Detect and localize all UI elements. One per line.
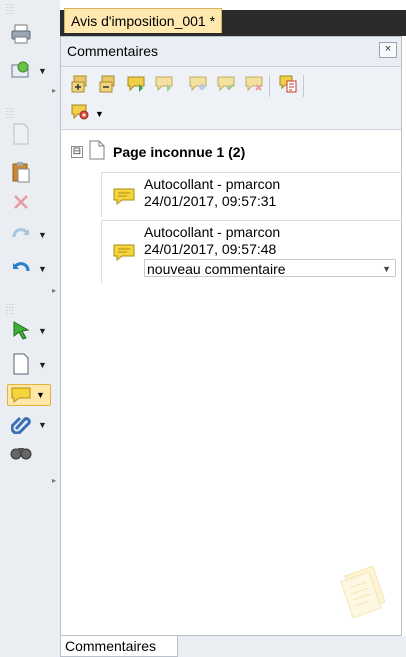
panel-close-button[interactable]: × (379, 42, 397, 58)
sticky-note-icon (112, 243, 136, 268)
summarize-comments-button[interactable] (277, 75, 299, 97)
chevron-down-icon[interactable]: ▼ (382, 260, 391, 278)
comment-summary-icon (278, 74, 298, 99)
redo-icon (10, 225, 32, 243)
attach-icon (11, 414, 31, 434)
comments-panel: Commentaires × ▼ ⊟ Page inconnue 1 (2) A… (60, 36, 402, 636)
toolbar-separator (303, 75, 304, 97)
page-icon (89, 140, 105, 165)
comment-settings-button[interactable] (69, 103, 91, 125)
delete-icon (12, 193, 30, 211)
toolbar-overflow[interactable]: ▸ (52, 476, 56, 485)
sticky-note-icon (112, 187, 136, 212)
paste-button[interactable] (8, 160, 34, 184)
print-button[interactable] (8, 22, 34, 46)
tab-comments[interactable]: Commentaires (60, 636, 178, 657)
delete-button[interactable] (8, 190, 34, 214)
comment-reply-field[interactable]: nouveau commentaire ▼ (144, 259, 396, 277)
next-comment-button[interactable] (125, 75, 147, 97)
check-comment-button[interactable] (215, 75, 237, 97)
redo-button[interactable] (8, 222, 34, 246)
redo-dropdown-arrow[interactable]: ▼ (38, 230, 48, 240)
comment-arrow-down-icon (126, 74, 146, 99)
comments-toolbar: ▼ (61, 67, 401, 130)
comment-arrow-up-icon (154, 74, 174, 99)
search-binoculars-icon (10, 443, 32, 461)
reply-comment-button[interactable] (187, 75, 209, 97)
document-tab[interactable]: Avis d'imposition_001 * (64, 8, 223, 33)
comment-note-icon (10, 386, 32, 404)
page-icon (11, 123, 31, 145)
collapse-all-icon (98, 74, 118, 99)
panel-header: Commentaires × (61, 37, 401, 67)
comments-watermark-icon (335, 562, 391, 625)
close-icon: × (384, 43, 392, 55)
panel-title: Commentaires (67, 43, 159, 59)
expand-all-button[interactable] (69, 75, 91, 97)
comment-item[interactable]: Autocollant - pmarcon 24/01/2017, 09:57:… (101, 172, 402, 217)
toolbar-grip[interactable]: :::::: (6, 107, 15, 120)
document-tab-strip: Avis d'imposition_001 * (60, 0, 406, 36)
comment-item[interactable]: Autocollant - pmarcon 24/01/2017, 09:57:… (101, 220, 402, 283)
toolbar-overflow[interactable]: ▸ (52, 86, 56, 95)
undo-dropdown-arrow[interactable]: ▼ (38, 264, 48, 274)
new-page-button[interactable] (8, 352, 34, 376)
toolbar-grip[interactable]: :::::: (6, 3, 15, 16)
toolbar-grip[interactable]: :::::: (6, 303, 15, 316)
comment-text: Autocollant - pmarcon 24/01/2017, 09:57:… (144, 176, 280, 210)
bottom-tab-strip (178, 636, 406, 657)
comment-delete-icon (244, 74, 264, 99)
new-page-dropdown-arrow[interactable]: ▼ (38, 360, 48, 370)
comment-date: 24/01/2017, 09:57:48 (144, 241, 277, 257)
undo-icon (10, 259, 32, 277)
attach-dropdown-arrow[interactable]: ▼ (38, 420, 48, 430)
collapse-all-button[interactable] (97, 75, 119, 97)
comment-tool-button[interactable]: ▼ (7, 384, 51, 406)
comment-check-icon (216, 74, 236, 99)
attach-button[interactable] (8, 412, 34, 436)
comment-dropdown-arrow[interactable]: ▼ (36, 390, 45, 400)
left-toolbar: :::::: ▼ ▸ :::::: ▼ ▼ ▸:::::: ▼ ▼ ▼ ▼ … (0, 0, 61, 657)
previous-comment-button[interactable] (153, 75, 175, 97)
page-label: Page inconnue 1 (2) (113, 144, 246, 160)
comment-date: 24/01/2017, 09:57:31 (144, 193, 277, 209)
comment-author: Autocollant - pmarcon (144, 176, 281, 192)
undo-button[interactable] (8, 256, 34, 280)
comment-reply-text: nouveau commentaire (147, 261, 286, 277)
comment-settings-icon (70, 102, 90, 127)
print-icon (10, 24, 32, 44)
settings-dropdown-arrow[interactable]: ▼ (95, 109, 104, 119)
comment-author: Autocollant - pmarcon (144, 224, 281, 240)
collapse-toggle[interactable]: ⊟ (71, 146, 83, 158)
select-arrow-icon (11, 320, 31, 340)
page-node[interactable]: ⊟ Page inconnue 1 (2) (71, 140, 246, 165)
paste-icon (11, 161, 31, 183)
toolbar-separator (269, 75, 270, 97)
search-button[interactable] (8, 440, 34, 464)
send-icon (10, 60, 32, 80)
page-button[interactable] (8, 122, 34, 146)
select-button[interactable] (8, 318, 34, 342)
comment-text: Autocollant - pmarcon 24/01/2017, 09:57:… (144, 224, 280, 258)
send-button[interactable] (8, 58, 34, 82)
select-dropdown-arrow[interactable]: ▼ (38, 326, 48, 336)
expand-all-icon (70, 74, 90, 99)
comment-reply-icon (188, 74, 208, 99)
send-dropdown-arrow[interactable]: ▼ (38, 66, 48, 76)
toolbar-overflow[interactable]: ▸ (52, 286, 56, 295)
delete-comment-button[interactable] (243, 75, 265, 97)
new-page-icon (11, 353, 31, 375)
